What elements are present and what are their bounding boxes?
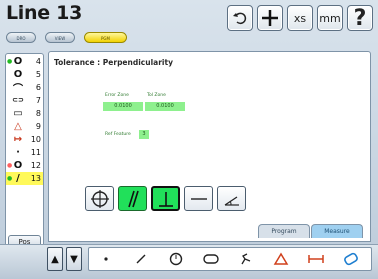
feature-item-9[interactable]: △ 9 [6,120,43,133]
feature-item-8[interactable]: ▭ 8 [6,107,43,120]
measure-skew-button[interactable] [336,248,366,270]
measure-distance-button[interactable] [301,248,331,270]
feature-item-4[interactable]: ● O 4 [6,55,43,68]
feature-number: 9 [35,121,41,131]
feature-item-10[interactable]: ↦ 10 [6,133,43,146]
feature-number: 13 [30,173,41,183]
circle-icon: O [13,68,23,80]
measure-slot-button[interactable] [196,248,226,270]
help-icon: ? [353,5,367,31]
mode-dro-button[interactable]: DRO [6,32,36,43]
position-icon [90,189,109,208]
measure-point-button[interactable] [91,248,121,270]
angularity-icon [224,196,239,206]
tab-program[interactable]: Program [258,224,310,238]
measure-angle-button[interactable] [266,248,296,270]
straightness-icon [190,197,207,200]
scroll-down-button[interactable]: ▼ [66,247,82,271]
feature-item-5[interactable]: O 5 [6,68,43,81]
feature-number: 11 [30,147,41,157]
undo-button[interactable] [227,5,253,31]
feature-item-12[interactable]: ● O 12 [6,159,43,172]
units-mm-button[interactable]: mm [317,5,343,31]
perpendicularity-tolerance-button[interactable] [151,186,180,211]
angularity-tolerance-button[interactable] [217,186,246,211]
tab-measure[interactable]: Measure [311,224,363,238]
distance-icon [308,255,324,263]
angle-icon: △ [14,120,22,132]
perpendicularity-icon [158,191,173,207]
panel-title: Tolerance : Perpendicularity [54,58,173,67]
feature-number: 4 [35,56,41,66]
point-icon [104,257,108,261]
feature-number: 5 [35,69,41,79]
feature-item-11[interactable]: · 11 [6,146,43,159]
slot-icon [203,254,219,264]
feature-item-7[interactable]: ⊂⊃ 7 [6,94,43,107]
measure-blob-button[interactable] [231,248,261,270]
position-tolerance-button[interactable] [85,186,114,211]
feature-number: 10 [30,134,41,144]
triangle-up-icon: ▲ [51,253,59,265]
scroll-up-button[interactable]: ▲ [47,247,63,271]
add-feature-button[interactable] [257,5,283,31]
distance-icon: ↦ [13,133,23,145]
circle-icon: O [13,55,23,67]
line-icon: / [16,172,20,184]
help-button[interactable]: ? [347,5,373,31]
units-xs-button[interactable]: xs [287,5,313,31]
blob-icon [241,253,251,265]
feature-item-13[interactable]: ● / 13 [6,172,43,185]
feature-list[interactable]: ● O 4 O 5 ⌒ 6 ⊂⊃ 7 ▭ 8 △ 9 ↦ 10 · 11 ● O… [5,53,44,251]
straightness-tolerance-button[interactable] [184,186,213,211]
skew-icon [344,252,358,266]
angle-icon [273,252,289,265]
feature-number: 7 [35,95,41,105]
point-icon: · [16,146,20,158]
parallelism-icon [127,190,139,207]
line-icon [136,254,146,264]
measure-toolbar [88,247,372,271]
arc-icon: ⌒ [13,83,23,95]
circle-icon: O [13,159,23,171]
parallelism-tolerance-button[interactable] [118,186,147,211]
error-zone-label: Error Zone [105,93,129,98]
tolerance-panel: Tolerance : Perpendicularity Error Zone … [48,51,371,242]
units-mm-label: mm [319,11,341,25]
feature-item-6[interactable]: ⌒ 6 [6,81,43,95]
error-zone-field: 0.0100 [103,102,143,111]
crosshair-icon [262,10,278,26]
mode-pgm-button[interactable]: PGM [84,32,127,43]
mode-view-button[interactable]: VIEW [45,32,75,43]
app-window: Line 13 DRO VIEW PGM xs mm ? ● O 4 O 5 ⌒… [0,0,378,279]
ref-feature-label: Ref Feature [105,132,131,137]
feature-number: 8 [35,108,41,118]
feature-number: 12 [30,160,41,170]
tol-zone-field[interactable]: 0.0100 [145,102,185,111]
feature-number: 6 [35,82,41,92]
measure-line-button[interactable] [126,248,156,270]
undo-icon [233,12,247,25]
circle-icon [169,252,183,266]
slot-icon: ⊂⊃ [12,96,24,105]
triangle-down-icon: ▼ [70,253,78,265]
units-xs-label: xs [293,11,307,25]
measure-circle-button[interactable] [161,248,191,270]
ref-feature-field[interactable]: 3 [139,130,149,139]
page-title: Line 13 [6,2,82,24]
tol-zone-label: Tol Zone [147,93,166,98]
rectangle-icon: ▭ [13,107,23,119]
